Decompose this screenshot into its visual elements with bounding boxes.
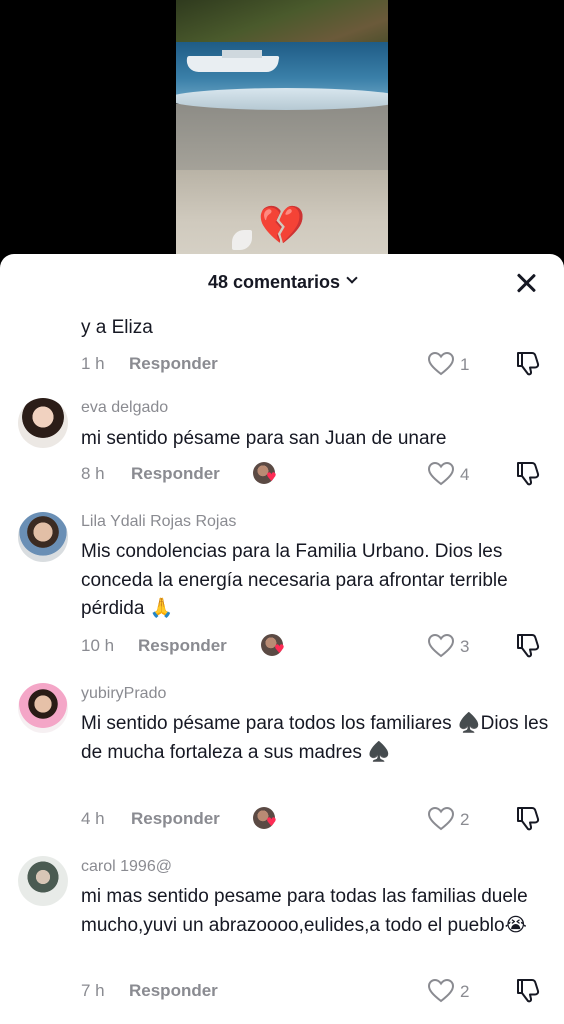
close-icon[interactable] xyxy=(514,271,538,295)
comment-username[interactable]: carol 1996@ xyxy=(81,858,172,876)
avatar[interactable] xyxy=(18,512,68,562)
avatar[interactable] xyxy=(18,683,68,733)
reply-button[interactable]: Responder xyxy=(138,636,227,656)
chevron-down-icon xyxy=(346,272,358,284)
creator-liked-badge: ♥ xyxy=(261,634,285,656)
comments-sheet: 48 comentarios y a Eliza 1 h Responder 1… xyxy=(0,254,564,1024)
comments-header: 48 comentarios xyxy=(0,254,564,310)
heart-icon: ♥ xyxy=(266,470,277,484)
heart-outline-icon[interactable] xyxy=(428,979,454,1003)
reply-button[interactable]: Responder xyxy=(129,354,218,374)
heart-icon: ♥ xyxy=(266,815,277,829)
comment-text: Mi sentido pésame para todos los familia… xyxy=(81,713,549,763)
wet-shore xyxy=(176,104,388,174)
heart-outline-icon[interactable] xyxy=(428,807,454,831)
thumbs-down-icon[interactable] xyxy=(516,805,542,831)
video-player[interactable]: 💔 xyxy=(0,0,564,270)
comment-text: Mis condolencias para la Familia Urbano.… xyxy=(81,541,508,619)
thumbs-down-icon[interactable] xyxy=(516,632,542,658)
reply-button[interactable]: Responder xyxy=(129,981,218,1001)
heart-icon: ♥ xyxy=(274,642,285,656)
broken-heart-icon: 💔 xyxy=(258,203,306,247)
comment-username[interactable]: Lila Ydali Rojas Rojas xyxy=(81,513,236,531)
thumbs-down-icon[interactable] xyxy=(516,350,542,376)
comment-text: mi mas sentido pesame para todas las fam… xyxy=(81,886,528,936)
reply-button[interactable]: Responder xyxy=(131,464,220,484)
thumbs-down-icon[interactable] xyxy=(516,977,542,1003)
comment-time: 4 h xyxy=(81,809,105,828)
video-frame: 💔 xyxy=(176,0,388,270)
creator-liked-badge: ♥ xyxy=(253,807,277,829)
like-count: 2 xyxy=(460,810,470,829)
boat-cabin xyxy=(222,50,262,58)
comment-username[interactable]: yubiryPrado xyxy=(81,685,166,703)
thumbs-down-icon[interactable] xyxy=(516,460,542,486)
reply-button[interactable]: Responder xyxy=(131,809,220,829)
like-count: 2 xyxy=(460,982,470,1001)
comment-count: 48 comentarios xyxy=(207,271,341,292)
boat xyxy=(184,56,280,72)
avatar[interactable] xyxy=(18,856,68,906)
comment-time: 7 h xyxy=(81,981,105,1000)
comment-text: mi sentido pésame para san Juan de unare xyxy=(81,428,447,449)
wave xyxy=(176,88,388,110)
like-count: 1 xyxy=(460,355,470,374)
comment-count-toggle[interactable]: 48 comentarios xyxy=(0,271,564,293)
comment-time: 10 h xyxy=(81,636,115,655)
comment-text: y a Eliza xyxy=(81,317,153,338)
avatar[interactable] xyxy=(18,398,68,448)
like-count: 3 xyxy=(460,637,470,656)
like-count: 4 xyxy=(460,465,470,484)
comment-time: 8 h xyxy=(81,464,105,483)
heart-outline-icon[interactable] xyxy=(428,462,454,486)
comment-username[interactable]: eva delgado xyxy=(81,399,168,417)
heart-outline-icon[interactable] xyxy=(428,352,454,376)
comment-time: 1 h xyxy=(81,354,105,373)
heart-outline-icon[interactable] xyxy=(428,634,454,658)
creator-liked-badge: ♥ xyxy=(253,462,277,484)
